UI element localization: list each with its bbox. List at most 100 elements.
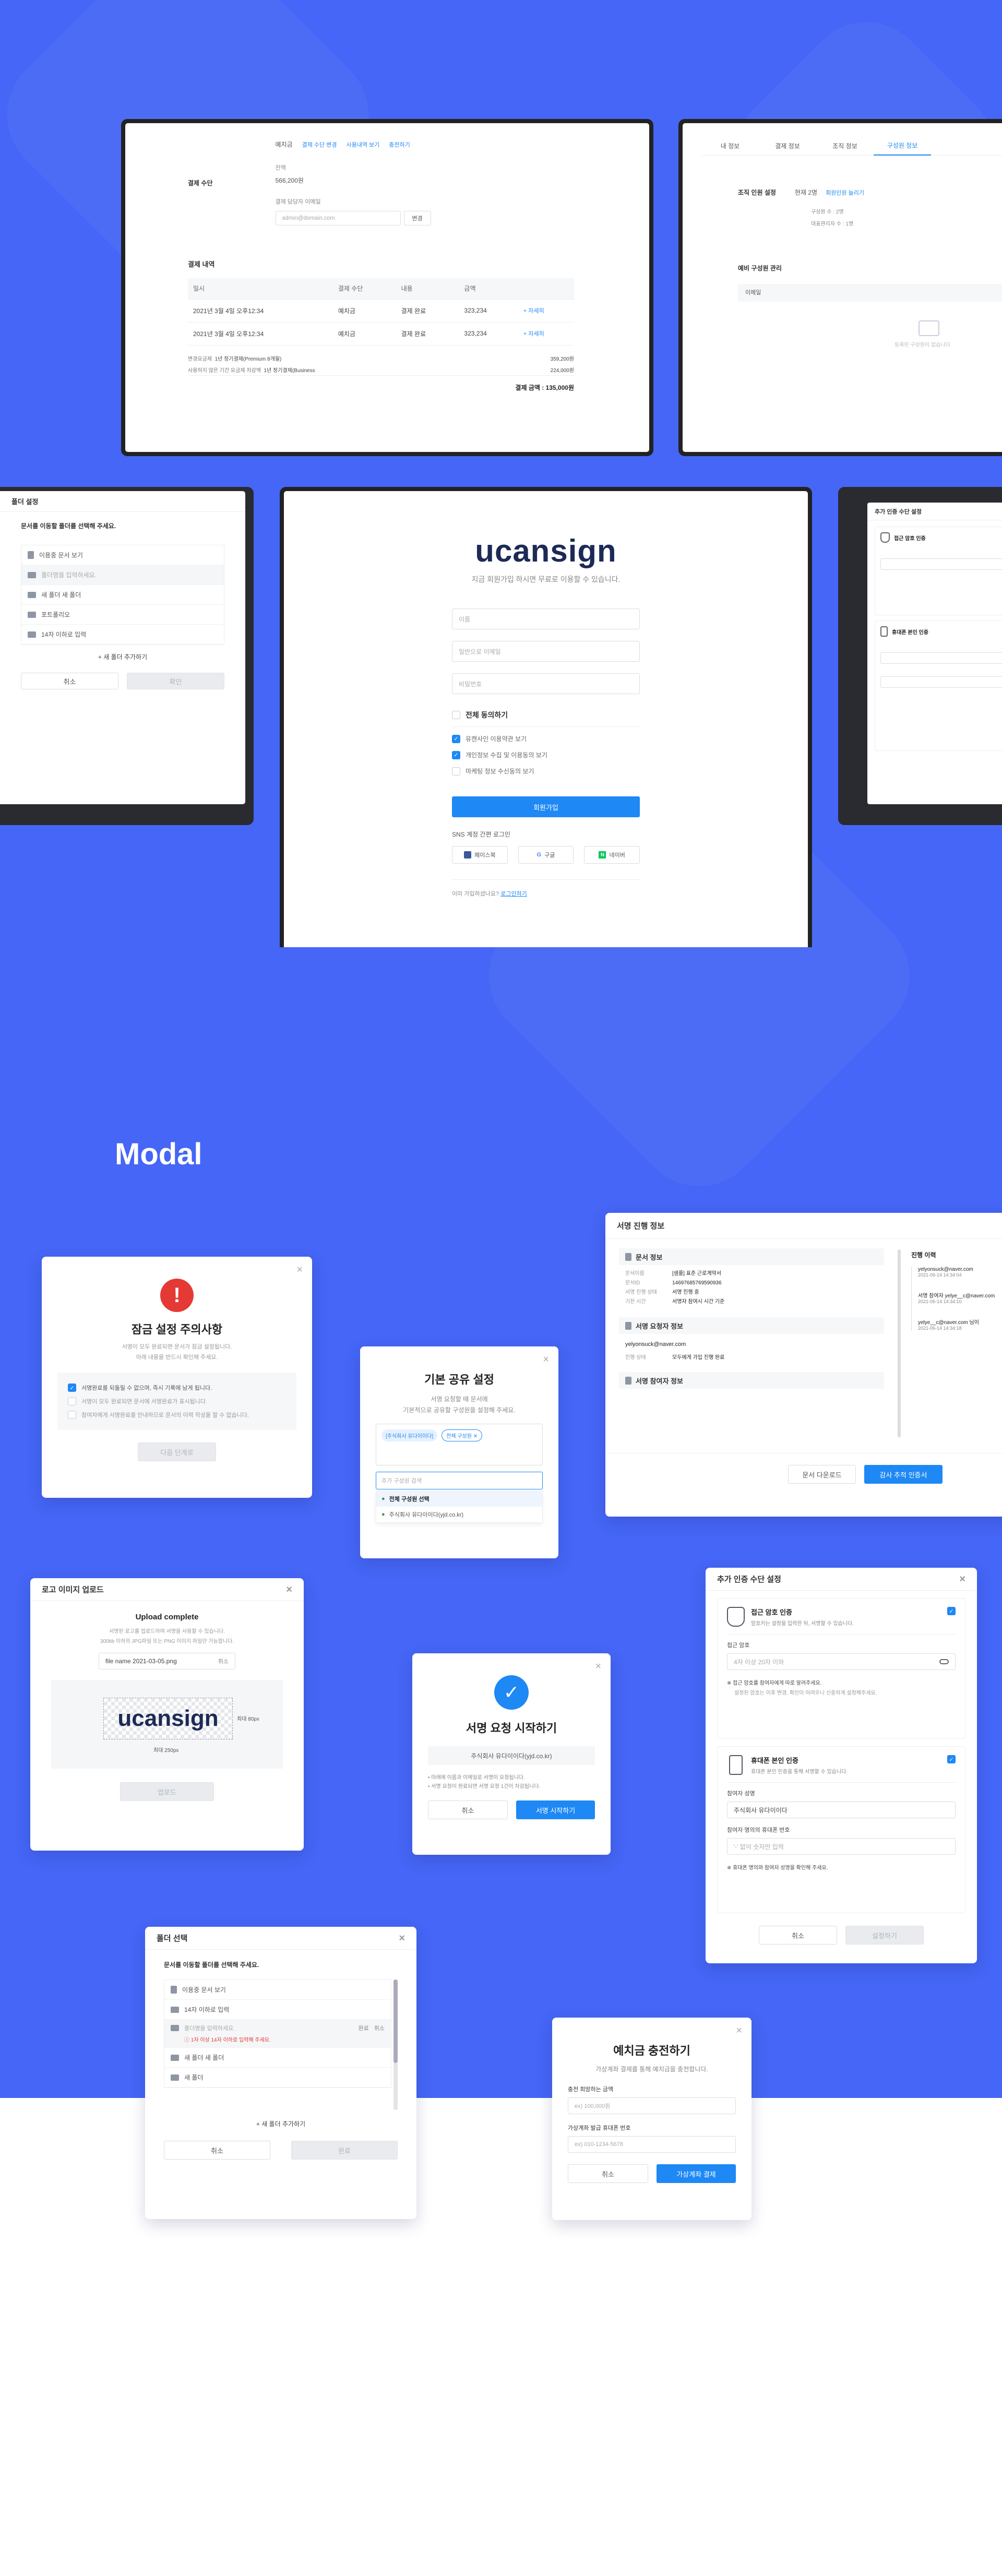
table-row: 2021년 3월 4일 오후12:34 예치금 결제 완료 323,234 + … [188,322,574,345]
close-icon[interactable]: × [296,1264,303,1276]
close-icon[interactable]: × [399,1933,405,1943]
terms-checkbox[interactable]: ✓ 유캔사인 이용약관 보기 [452,734,640,743]
tab-payment[interactable]: 결제 정보 [759,141,816,150]
participant-name-input[interactable]: 주식회사 유다이이다 [727,1802,956,1818]
name-input[interactable]: 이름 [452,609,640,629]
folder-icon [171,2054,179,2061]
password-input[interactable]: 비밀번호 [452,673,640,694]
phone-input[interactable]: ex) 010-1234-5678 [568,2136,736,2153]
confirm-button[interactable]: 설정하기 [845,1926,924,1945]
person-icon [625,1376,631,1385]
select-all-option[interactable]: ● 전체 구성원 선택 [376,1491,542,1507]
folder-icon [171,2074,179,2081]
start-signing-modal: × ✓ 서명 요청 시작하기 주식회사 유다이이다(yjd.co.kr) • 마… [412,1653,611,1855]
confirm-button[interactable]: 확인 [127,673,224,689]
detail-link[interactable]: + 자세히 [518,299,574,323]
amount-input[interactable]: ex) 100,000원 [568,2097,736,2114]
delete-file-button[interactable]: 취소 [218,1657,229,1665]
change-email-button[interactable]: 변경 [403,211,431,225]
tab-org[interactable]: 조직 정보 [816,141,874,150]
cancel-edit-button[interactable]: 취소 [374,2024,385,2032]
share-tag-box: [주식회사 유다이이다] 전체 구성원 ✕ [376,1424,543,1465]
login-link[interactable]: 로그인하기 [500,891,527,897]
check-item[interactable]: ✓ 서명완료를 되돌릴 수 없으며, 즉시 기록에 남게 됩니다. [68,1381,286,1394]
charge-link[interactable]: 충전하기 [389,140,410,149]
list-item[interactable]: 포트폴리오 [21,605,224,625]
warning-icon: ! [160,1279,194,1312]
privacy-checkbox[interactable]: ✓ 개인정보 수집 및 이용동의 보기 [452,750,640,759]
history-title: 결제 내역 [188,260,215,268]
cancel-button[interactable]: 취소 [759,1926,837,1945]
cancel-button[interactable]: 취소 [164,2141,270,2160]
agree-all-checkbox[interactable]: 전체 동의하기 [452,710,640,727]
list-item[interactable]: 새 폴더 [164,2068,391,2088]
increase-members-link[interactable]: 회원인원 늘리기 [826,188,864,197]
list-item[interactable]: 새 폴더 새 폴더 [164,2048,391,2068]
charge-deposit-modal: × 예치금 충전하기 가상계좌 결제를 통해 예치금을 충전합니다. 충전 희망… [552,2018,752,2220]
check-item[interactable]: 참여자에게 서명완료를 안내하므로 문서의 이력 작성을 할 수 없습니다. [68,1408,286,1422]
download-button[interactable]: 문서 다운로드 [788,1465,856,1484]
facebook-login-button[interactable]: 페이스북 [452,846,508,864]
close-icon[interactable]: × [736,2025,742,2037]
detail-link[interactable]: + 자세히 [518,322,574,345]
google-icon: G [536,852,542,858]
folder-icon [171,2025,179,2031]
empty-mail-icon [918,320,939,336]
tab-members[interactable]: 구성원 정보 [874,137,931,156]
member-tag[interactable]: 전체 구성원 ✕ [442,1429,483,1441]
virtual-account-pay-button[interactable]: 가상계좌 결제 [657,2164,736,2183]
cancel-button[interactable]: 취소 [428,1800,508,1819]
col-amount: 금액 [459,278,518,300]
member-option[interactable]: ● 주식회사 유다이이다(yjd.co.kr) [376,1507,542,1522]
balance-label: 잔액 [275,165,286,171]
tab-my-info[interactable]: 내 정보 [701,141,759,150]
google-login-button[interactable]: G 구글 [518,846,574,864]
member-search-input[interactable]: 추가 구성원 검색 [376,1472,543,1489]
shield-icon [727,1607,745,1627]
close-icon[interactable]: × [543,1354,549,1366]
add-folder-button[interactable]: + 새 폴더 추가하기 [164,2119,398,2128]
next-step-button[interactable]: 다음 단계로 [138,1442,216,1461]
naver-login-button[interactable]: N 네이버 [584,846,640,864]
list-item[interactable]: 14자 이하로 입력 [164,2000,391,2020]
participant-phone-input[interactable]: '-' 없이 숫자만 입력 [727,1838,956,1855]
check-item[interactable]: 서명이 모두 완료되면 문서에 서명완료가 표시됩니다. [68,1394,286,1408]
list-item[interactable]: 새 폴더 새 폴더 [21,585,224,605]
usage-history-link[interactable]: 사용내역 보기 [346,140,379,149]
member-tag[interactable]: [주식회사 유다이이다] [381,1429,438,1441]
list-item[interactable]: 폴더명을 입력하세요. [21,565,224,585]
change-method-link[interactable]: 결제 수단 변경 [302,140,337,149]
done-button[interactable]: 완료 [359,2024,369,2032]
email-input[interactable]: 일반으로 이메일 [452,641,640,662]
folder-icon [171,2006,179,2013]
close-icon[interactable]: × [286,1584,292,1595]
editing-folder-item: 폴더명을 입력하세요. 완료 취소 ⓘ 1자 이상 14자 이하로 입력해 주세요. [164,2020,391,2048]
col-method: 결제 수단 [332,278,396,300]
list-item[interactable]: 이용중 문서 보기 [21,545,224,565]
audit-certificate-button[interactable]: 감사 추적 인증서 [864,1465,943,1484]
signup-button[interactable]: 회원가입 [452,796,640,817]
phone-auth-checkbox[interactable]: ✓ [947,1755,956,1763]
upload-button[interactable]: 업로드 [120,1782,214,1801]
scrollbar[interactable] [393,1979,398,2110]
folder-name-input[interactable]: 폴더명을 입력하세요. [184,2024,353,2032]
file-name-field: file name 2021-03-05.png 취소 [99,1653,235,1669]
folder-select-modal: 폴더 선택 × 문서를 이동할 폴더를 선택해 주세요. 이용중 문서 보기 14… [145,1927,416,2219]
shield-icon [880,532,890,543]
marketing-checkbox[interactable]: 마케팅 정보 수신동의 보기 [452,767,640,776]
cancel-button[interactable]: 취소 [568,2164,648,2183]
close-icon[interactable]: × [595,1661,601,1673]
billing-email-label: 결제 담당자 이메일 [275,199,321,205]
list-item[interactable]: 14자 이하로 입력 [21,625,224,645]
access-password-checkbox[interactable]: ✓ [947,1607,956,1615]
logo-image: ucansign [103,1698,233,1739]
cancel-button[interactable]: 취소 [21,673,118,689]
confirm-button[interactable]: 완료 [291,2141,398,2160]
list-item[interactable]: 이용중 문서 보기 [164,1980,391,2000]
eye-icon[interactable] [939,1659,949,1664]
billing-email-input[interactable]: admin@domain.com [275,211,401,225]
close-icon[interactable]: × [959,1574,965,1584]
add-folder-button[interactable]: + 새 폴더 추가하기 [21,652,224,661]
start-signing-button[interactable]: 서명 시작하기 [516,1800,595,1819]
access-password-input[interactable]: 4자 이상 20자 이하 [727,1653,956,1670]
